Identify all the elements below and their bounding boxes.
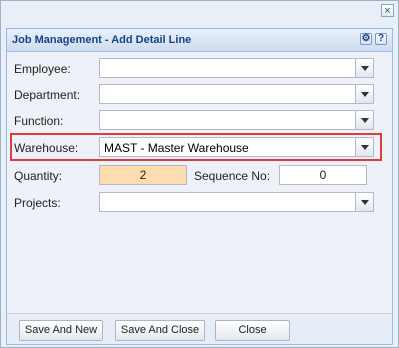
close-icon[interactable]: ×: [381, 4, 394, 17]
projects-label: Projects:: [14, 196, 61, 210]
department-combo[interactable]: [99, 84, 374, 104]
chevron-down-icon[interactable]: [355, 138, 373, 156]
chevron-down-icon[interactable]: [355, 85, 373, 103]
warehouse-label: Warehouse:: [14, 141, 79, 155]
sequence-field[interactable]: 0: [279, 165, 367, 185]
chevron-down-icon[interactable]: [355, 111, 373, 129]
close-button[interactable]: Close: [215, 320, 290, 341]
gear-icon[interactable]: ⚙: [360, 33, 372, 45]
function-label: Function:: [14, 114, 64, 128]
detail-line-panel: Job Management - Add Detail Line ⚙ ? Emp…: [6, 28, 393, 345]
panel-title: Job Management - Add Detail Line: [12, 34, 192, 46]
quantity-label: Quantity:: [14, 169, 63, 183]
button-bar: Save And New Save And Close Close: [7, 313, 392, 344]
save-and-new-button[interactable]: Save And New: [19, 320, 103, 341]
warehouse-value: MAST - Master Warehouse: [104, 141, 249, 155]
function-combo[interactable]: [99, 110, 374, 130]
chevron-down-icon[interactable]: [355, 193, 373, 211]
chevron-down-icon[interactable]: [355, 59, 373, 77]
warehouse-combo[interactable]: MAST - Master Warehouse: [99, 137, 374, 157]
sequence-label: Sequence No:: [194, 169, 271, 183]
employee-combo[interactable]: [99, 58, 374, 78]
save-and-close-button[interactable]: Save And Close: [115, 320, 205, 341]
help-icon[interactable]: ?: [375, 33, 387, 45]
projects-combo[interactable]: [99, 192, 374, 212]
quantity-field[interactable]: 2: [99, 165, 187, 185]
department-label: Department:: [14, 88, 81, 102]
employee-label: Employee:: [14, 62, 71, 76]
dialog-window: × Job Management - Add Detail Line ⚙ ? E…: [0, 0, 399, 348]
panel-header: Job Management - Add Detail Line ⚙ ?: [7, 29, 392, 52]
